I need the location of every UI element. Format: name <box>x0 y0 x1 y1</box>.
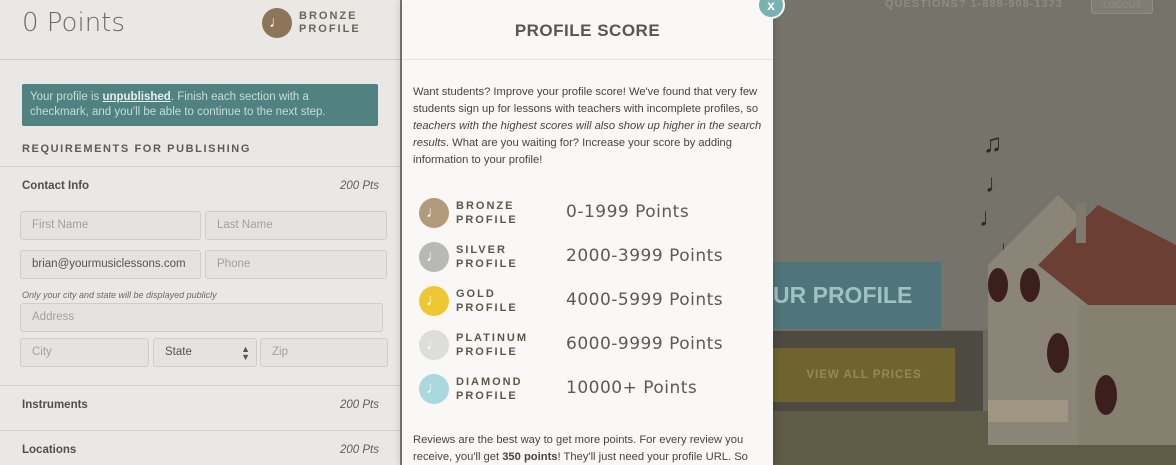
unpublished-link[interactable]: unpublished <box>102 91 170 103</box>
create-profile-button[interactable]: UR PROFILE <box>773 262 941 329</box>
section-points: 200 Pts <box>340 399 379 411</box>
last-name-input[interactable]: Last Name <box>205 211 387 240</box>
logout-button[interactable]: LOGOUT <box>1091 0 1153 14</box>
tier-range: 6000-9999 Points <box>566 334 724 354</box>
music-note-icon: ♫ <box>983 128 1003 158</box>
music-note-icon: ♩ <box>419 198 449 228</box>
points-total: 0 Points <box>22 8 125 38</box>
address-input[interactable]: Address <box>20 303 383 332</box>
publish-notice: Your profile is unpublished. Finish each… <box>22 84 378 126</box>
tier-range: 10000+ Points <box>566 378 698 398</box>
music-note-icon: ♩ <box>419 242 449 272</box>
divider <box>0 59 400 60</box>
state-select[interactable]: State ▲ ▼ <box>153 338 257 367</box>
view-all-prices-button[interactable]: VIEW ALL PRICES <box>773 348 955 402</box>
profile-score-modal: x PROFILE SCORE Want students? Improve y… <box>402 0 785 465</box>
email-field[interactable]: brian@yourmusiclessons.com <box>20 250 201 279</box>
support-phone: QUESTIONS? 1-888-908-1373 <box>885 0 1063 10</box>
section-contact-info[interactable]: Contact Info 200 Pts <box>0 166 400 210</box>
reviews-text: Reviews are the best way to get more poi… <box>413 434 748 463</box>
tier-diamond: ♩ DIAMOND PROFILE 10000+ Points <box>419 374 759 406</box>
first-name-input[interactable]: First Name <box>20 211 201 240</box>
badge-line1: BRONZE <box>299 10 358 22</box>
profile-level-badge: ♩ BRONZE PROFILE <box>262 8 361 38</box>
zip-input[interactable]: Zip <box>260 338 388 367</box>
tier-range: 2000-3999 Points <box>566 246 724 266</box>
badge-line2: PROFILE <box>299 23 361 35</box>
intro-text: Want students? Improve your profile scor… <box>413 86 762 166</box>
music-note-icon: ♩ <box>419 330 449 360</box>
music-note-icon: ♩ <box>419 374 449 404</box>
section-points: 200 Pts <box>340 180 379 192</box>
section-name: Contact Info <box>22 180 90 192</box>
tier-gold: ♩ GOLD PROFILE 4000-5999 Points <box>419 286 759 318</box>
tier-bronze: ♩ BRONZE PROFILE 0-1999 Points <box>419 198 759 230</box>
music-note-icon: ♩ <box>419 286 449 316</box>
landing-background: QUESTIONS? 1-888-908-1373 LOGOUT ♫ ♩ ♩ ♩… <box>773 0 1176 465</box>
modal-title: PROFILE SCORE <box>514 21 661 40</box>
tier-platinum: ♩ PLATINUM PROFILE 6000-9999 Points <box>419 330 759 362</box>
select-arrows-icon: ▲ ▼ <box>241 344 250 362</box>
city-input[interactable]: City <box>20 338 149 367</box>
section-locations[interactable]: Locations 200 Pts <box>0 430 400 465</box>
section-instruments[interactable]: Instruments 200 Pts <box>0 385 400 429</box>
profile-editor-panel: 0 Points ♩ BRONZE PROFILE Your profile i… <box>0 0 400 465</box>
house-illustration <box>988 195 1176 445</box>
section-points: 200 Pts <box>340 444 379 456</box>
tier-range: 4000-5999 Points <box>566 290 724 310</box>
section-name: Locations <box>22 444 77 456</box>
phone-input[interactable]: Phone <box>205 250 387 279</box>
music-note-icon: ♩ <box>262 8 292 38</box>
tier-silver: ♩ SILVER PROFILE 2000-3999 Points <box>419 242 759 274</box>
divider <box>402 59 773 60</box>
section-name: Instruments <box>22 399 88 411</box>
city-state-hint: Only your city and state will be display… <box>22 290 217 300</box>
requirements-heading: REQUIREMENTS FOR PUBLISHING <box>22 143 251 155</box>
tier-range: 0-1999 Points <box>566 202 690 222</box>
